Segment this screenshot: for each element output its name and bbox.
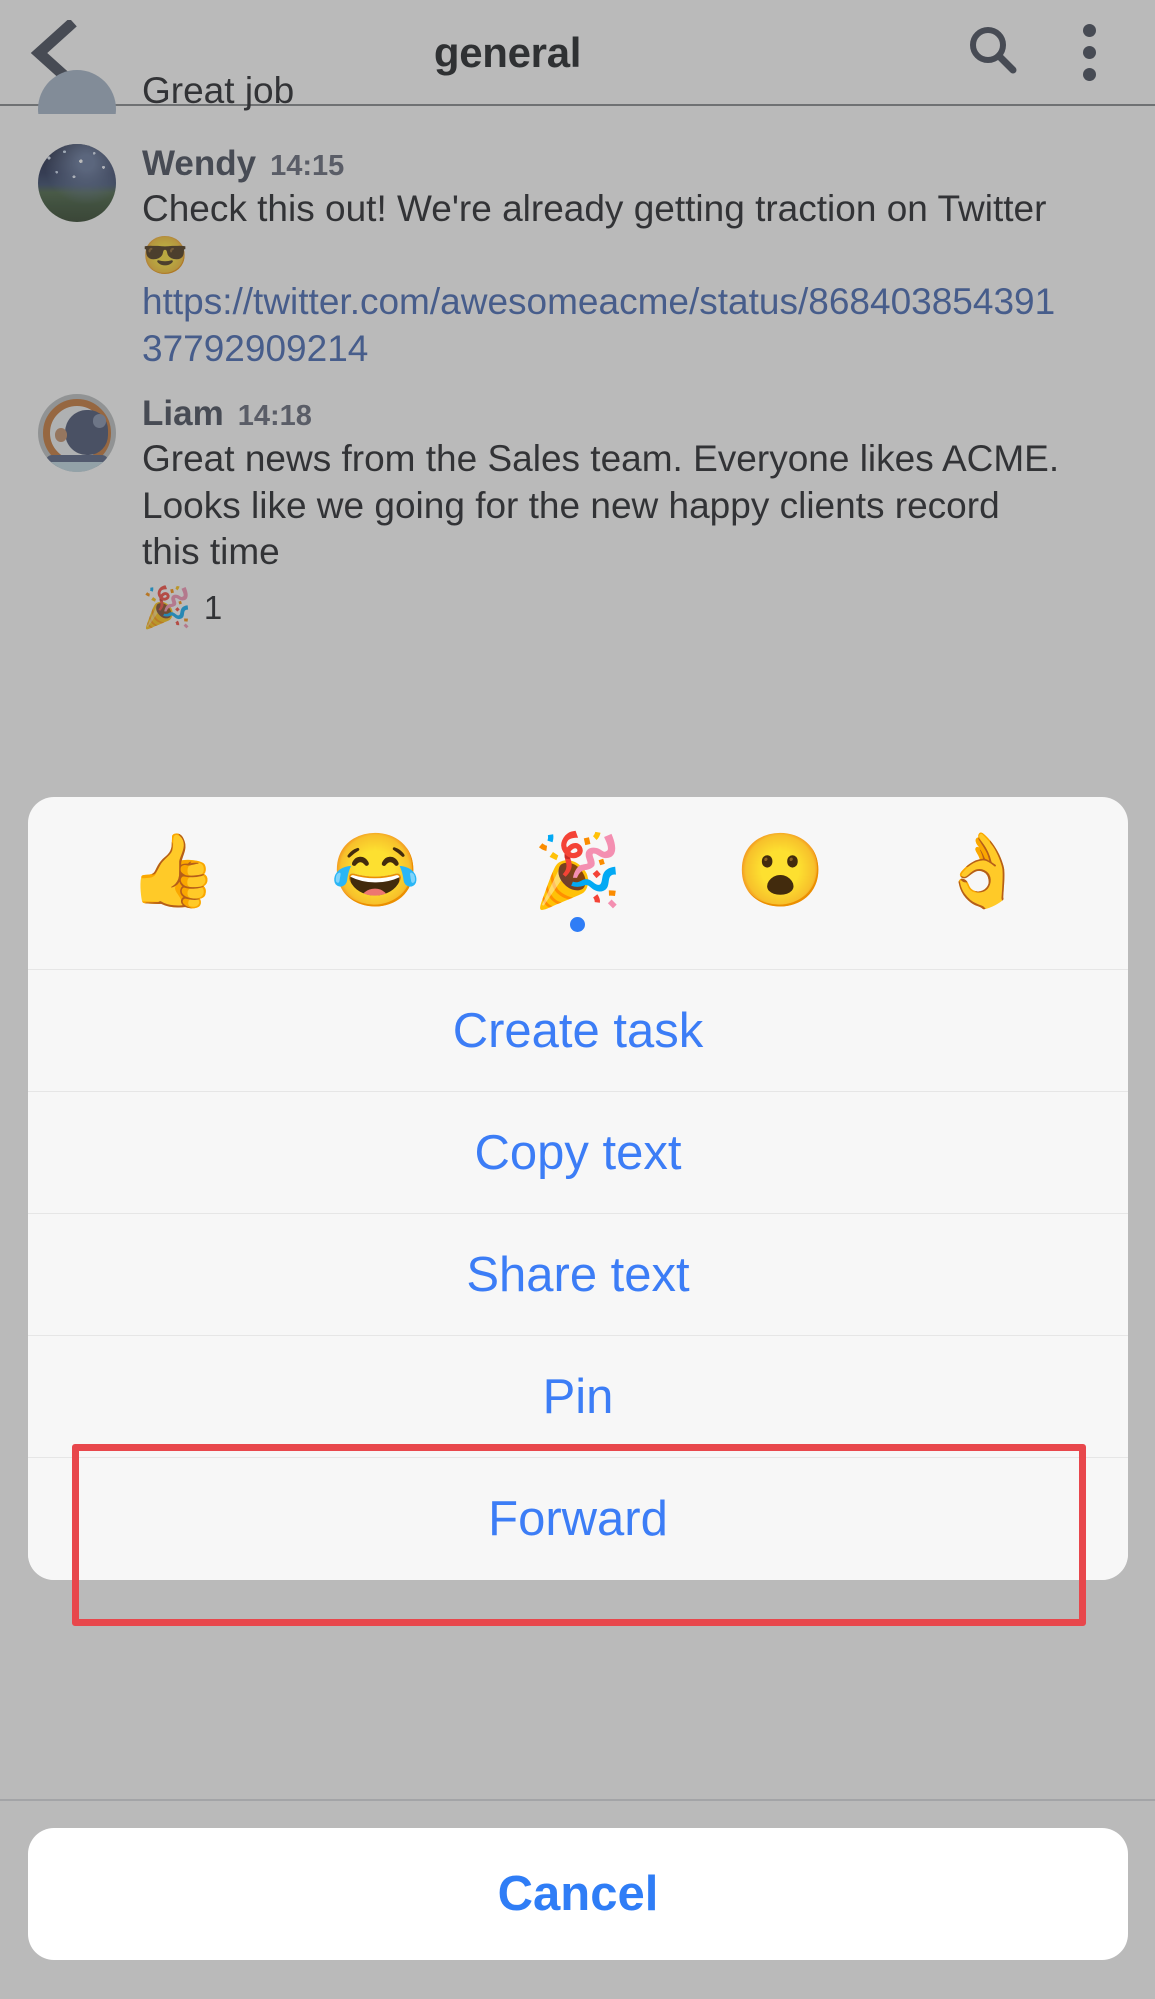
reaction-open-mouth[interactable]: 😮 bbox=[705, 835, 855, 932]
selected-indicator bbox=[570, 916, 586, 932]
reaction-thumbs-up[interactable]: 👍 bbox=[98, 835, 248, 932]
party-popper-emoji: 🎉 bbox=[533, 830, 623, 911]
reaction-party-popper[interactable]: 🎉 bbox=[503, 835, 653, 932]
action-forward[interactable]: Forward bbox=[28, 1458, 1128, 1580]
ok-hand-emoji: 👌 bbox=[937, 830, 1028, 911]
reaction-picker-row: 👍 😂 🎉 😮 👌 bbox=[28, 797, 1128, 970]
reaction-joy[interactable]: 😂 bbox=[301, 835, 451, 932]
action-sheet: 👍 😂 🎉 😮 👌 Create task Copy text Share te… bbox=[28, 797, 1128, 1580]
thumbs-up-emoji: 👍 bbox=[128, 830, 219, 911]
action-copy-text[interactable]: Copy text bbox=[28, 1092, 1128, 1214]
action-create-task[interactable]: Create task bbox=[28, 970, 1128, 1092]
reaction-ok-hand[interactable]: 👌 bbox=[908, 835, 1058, 932]
cancel-button[interactable]: Cancel bbox=[28, 1828, 1128, 1960]
action-pin[interactable]: Pin bbox=[28, 1336, 1128, 1458]
open-mouth-emoji: 😮 bbox=[735, 830, 826, 911]
action-share-text[interactable]: Share text bbox=[28, 1214, 1128, 1336]
screen-root: general Great job Wendy 14:15 Check this… bbox=[0, 0, 1155, 1999]
cancel-label: Cancel bbox=[497, 1867, 659, 1921]
joy-emoji: 😂 bbox=[330, 830, 421, 911]
